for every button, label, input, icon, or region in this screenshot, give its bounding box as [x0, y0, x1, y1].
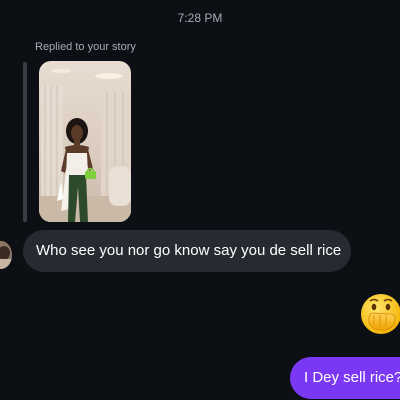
story-reply-label: Replied to your story — [35, 41, 136, 53]
story-thumbnail[interactable] — [39, 61, 131, 222]
chat-screen: 7:28 PM Replied to your story Who see yo… — [0, 0, 400, 400]
outgoing-message-bubble[interactable]: I Dey sell rice? — [290, 357, 400, 399]
reply-indicator-bar — [23, 62, 27, 222]
hand-over-mouth-emoji[interactable] — [359, 292, 400, 336]
message-timestamp: 7:28 PM — [177, 11, 223, 25]
incoming-message-bubble[interactable]: Who see you nor go know say you de sell … — [23, 230, 351, 272]
sender-avatar[interactable] — [0, 241, 12, 269]
